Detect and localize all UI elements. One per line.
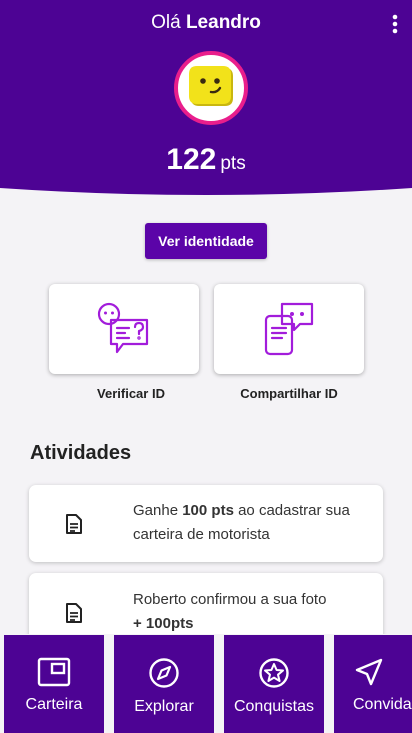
share-id-card[interactable] [214,284,364,374]
points-unit: pts [220,153,246,174]
nav-label: Conquistas [233,698,315,715]
send-icon [355,658,383,686]
points-display: 122 pts [0,143,412,177]
activities-title: Atividades [30,442,132,464]
avatar[interactable] [174,51,248,125]
profile-header: Olá Leandro 122 pts [0,0,412,200]
activity-text-start: Roberto confirmou a sua foto [133,591,327,608]
bottom-navigation: Carteira Explorar Conquistas Convidar [0,634,412,733]
nav-item-conquistas[interactable]: Conquistas [224,635,324,733]
smiley-face-icon [189,66,233,106]
document-icon [66,603,82,623]
activity-points: 100 pts [182,502,234,519]
greeting-prefix: Olá [151,12,181,33]
activity-text-start: Ganhe [133,502,183,519]
user-name: Leandro [185,12,261,33]
share-id-label: Compartilhar ID [240,386,338,401]
verify-id-label: Verificar ID [97,386,165,401]
activity-item[interactable]: Ganhe 100 pts ao cadastrar sua carteira … [29,485,383,562]
nav-item-explorar[interactable]: Explorar [114,635,214,733]
nav-label: Convidar [353,696,412,713]
verify-id-card[interactable] [49,284,199,374]
wallet-icon [37,657,71,687]
star-badge-icon [259,658,289,688]
chat-question-icon [97,302,149,354]
activity-text: Roberto confirmou a sua foto + 100pts [133,588,371,636]
activity-points: + 100pts [133,615,194,632]
nav-label: Carteira [25,696,83,713]
nav-item-convidar[interactable]: Convidar [334,635,412,733]
greeting: Olá Leandro [0,12,412,34]
points-value: 122 [166,143,217,176]
nav-label: Explorar [134,698,194,715]
nav-item-carteira[interactable]: Carteira [4,635,104,733]
document-icon [66,514,82,534]
more-vertical-icon[interactable] [390,13,400,35]
activity-text: Ganhe 100 pts ao cadastrar sua carteira … [133,499,371,547]
view-identity-button[interactable]: Ver identidade [145,223,267,259]
compass-icon [149,658,179,688]
phone-chat-icon [264,302,314,356]
